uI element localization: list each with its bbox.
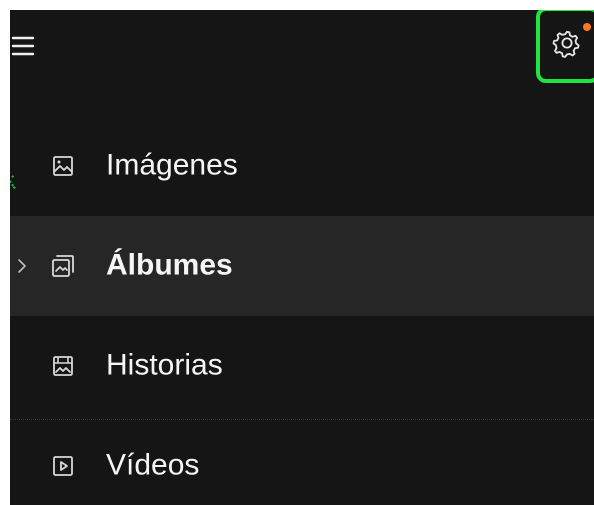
chevron-right-icon: [16, 258, 28, 274]
notification-dot: [583, 23, 591, 31]
nav-list: Imágenes Álbumes Historias Vídeos: [10, 116, 594, 505]
menu-button[interactable]: [10, 32, 38, 60]
nav-item-historias[interactable]: Historias: [10, 316, 594, 416]
stories-icon: [50, 353, 76, 379]
top-bar: [10, 10, 594, 88]
image-icon: [50, 153, 76, 179]
nav-item-videos[interactable]: Vídeos: [10, 416, 594, 505]
nav-item-label: Vídeos: [106, 448, 200, 482]
hamburger-menu-icon: [11, 36, 35, 56]
video-icon: [50, 453, 76, 479]
settings-button[interactable]: [547, 23, 587, 63]
nav-item-albumes[interactable]: Álbumes: [10, 216, 594, 316]
gear-icon: [552, 30, 580, 58]
nav-item-label: Historias: [106, 348, 223, 382]
album-icon: [50, 253, 76, 279]
nav-item-label: Imágenes: [106, 148, 238, 182]
nav-item-imagenes[interactable]: Imágenes: [10, 116, 594, 216]
nav-item-label: Álbumes: [106, 248, 233, 282]
navigation-drawer: Imágenes Álbumes Historias Vídeos: [10, 10, 594, 505]
